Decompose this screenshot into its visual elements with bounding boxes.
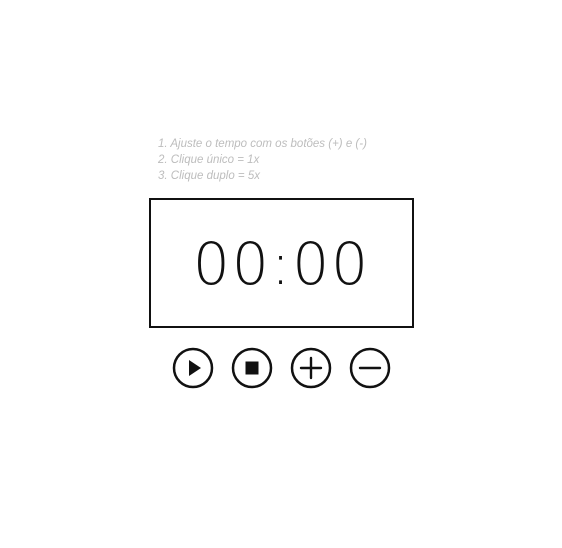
decrement-button[interactable]	[349, 347, 391, 389]
plus-icon	[290, 347, 332, 389]
increment-button[interactable]	[290, 347, 332, 389]
timer-display: 00:00	[192, 230, 371, 298]
stop-button[interactable]	[231, 347, 273, 389]
play-icon	[172, 347, 214, 389]
instruction-line-3: 3. Clique duplo = 5x	[158, 170, 260, 182]
timer-display-box: 00:00	[149, 198, 414, 328]
instructions: 1. Ajuste o tempo com os botões (+) e (-…	[158, 136, 458, 184]
instruction-line-2: 2. Clique único = 1x	[158, 154, 260, 166]
instruction-line-1: 1. Ajuste o tempo com os botões (+) e (-…	[158, 138, 367, 150]
minus-icon	[349, 347, 391, 389]
play-button[interactable]	[172, 347, 214, 389]
timer-controls	[172, 347, 391, 389]
stop-icon	[231, 347, 273, 389]
